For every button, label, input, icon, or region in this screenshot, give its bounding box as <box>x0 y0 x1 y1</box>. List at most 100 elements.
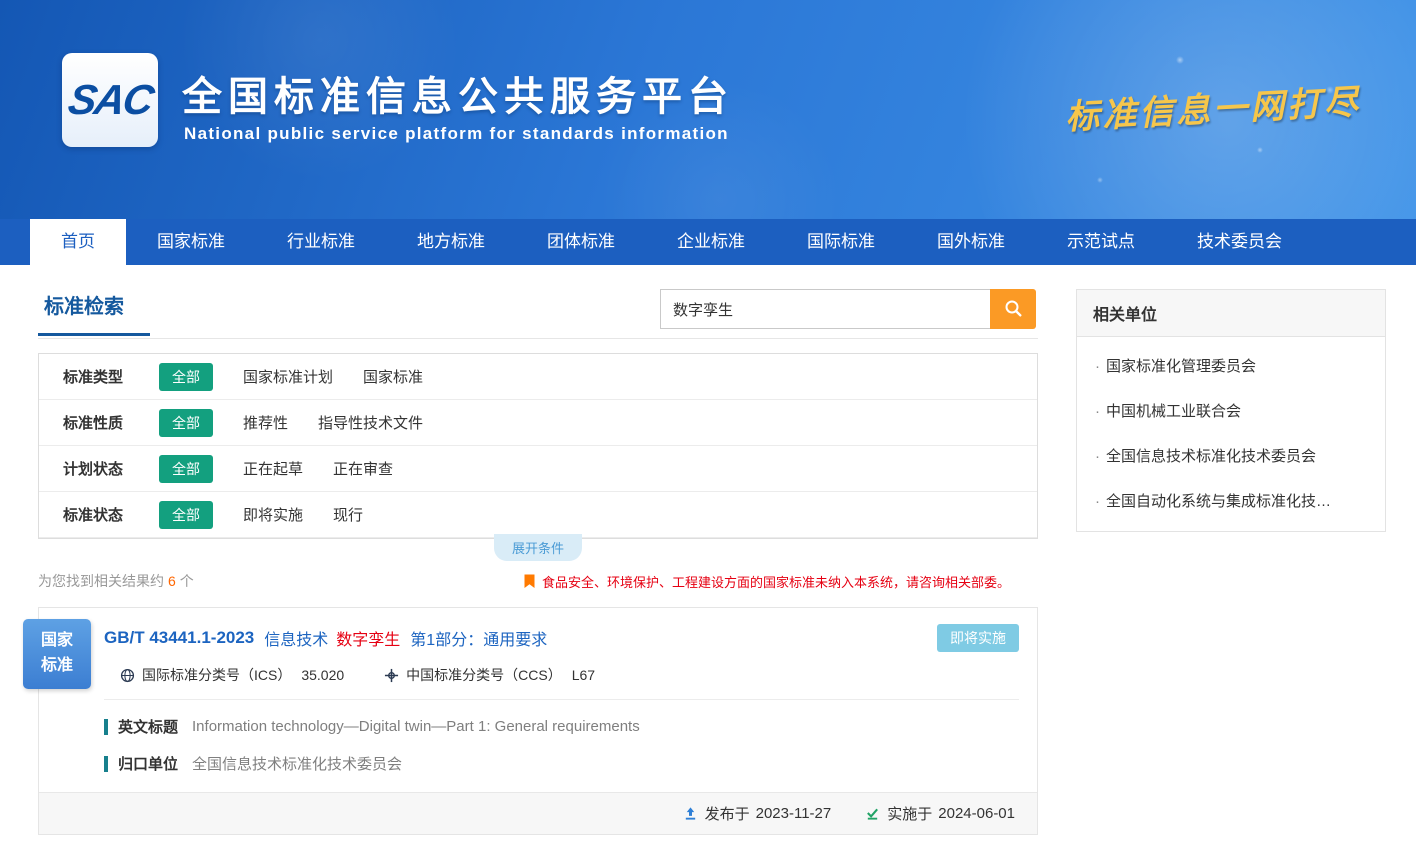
filter-all-button[interactable]: 全部 <box>159 409 213 437</box>
compass-icon <box>384 668 399 683</box>
status-badge: 即将实施 <box>937 624 1019 652</box>
field-english-title: 英文标题 Information technology—Digital twin… <box>104 716 1019 737</box>
expand-conditions-button[interactable]: 展开条件 <box>494 534 582 561</box>
flag-icon <box>523 574 536 589</box>
card-footer: 发布于 2023-11-27 实施于 2024-06-01 <box>39 792 1037 834</box>
page-content: 标准检索 标准类型 全部 国家标准计划 国家标准 标准性质 全部 <box>0 265 1416 835</box>
sac-logo: SAC <box>62 53 158 147</box>
published-date-item: 发布于 2023-11-27 <box>683 803 832 824</box>
published-label: 发布于 <box>705 803 750 824</box>
filter-row-standard-type: 标准类型 全部 国家标准计划 国家标准 <box>39 354 1037 400</box>
nav-item-local-standards[interactable]: 地方标准 <box>386 219 516 265</box>
field-label: 归口单位 <box>118 753 178 774</box>
implemented-date: 2024-06-01 <box>938 805 1015 822</box>
filter-option[interactable]: 正在起草 <box>243 458 303 479</box>
notice-text: 食品安全、环境保护、工程建设方面的国家标准未纳入本系统，请咨询相关部委。 <box>542 572 1010 591</box>
main-column: 标准检索 标准类型 全部 国家标准计划 国家标准 标准性质 全部 <box>38 289 1038 835</box>
field-accent-bar <box>104 719 108 735</box>
field-value: 全国信息技术标准化技术委员会 <box>192 753 402 774</box>
result-count-number: 6 <box>168 573 176 589</box>
nav-item-international-standards[interactable]: 国际标准 <box>776 219 906 265</box>
related-units-panel: 相关单位 国家标准化管理委员会 中国机械工业联合会 全国信息技术标准化技术委员会… <box>1076 289 1386 532</box>
implemented-date-item: 实施于 2024-06-01 <box>865 803 1015 824</box>
publish-upload-icon <box>683 806 698 821</box>
nav-item-group-standards[interactable]: 团体标准 <box>516 219 646 265</box>
standard-title-row: GB/T 43441.1-2023 信息技术 数字孪生 第1部分：通用要求 即将… <box>104 624 1019 652</box>
result-card: 国家 标准 GB/T 43441.1-2023 信息技术 数字孪生 第1部分：通… <box>38 607 1038 835</box>
field-committee: 归口单位 全国信息技术标准化技术委员会 <box>104 753 1019 774</box>
published-date: 2023-11-27 <box>756 805 832 822</box>
filter-option[interactable]: 现行 <box>333 504 363 525</box>
card-divider <box>104 699 1019 700</box>
nav-item-home[interactable]: 首页 <box>30 219 126 265</box>
field-value: Information technology—Digital twin—Part… <box>192 718 640 735</box>
search-icon <box>1003 298 1023 321</box>
filter-option[interactable]: 指导性技术文件 <box>318 412 423 433</box>
related-unit-link[interactable]: 中国机械工业联合会 <box>1077 388 1385 433</box>
filter-row-plan-status: 计划状态 全部 正在起草 正在审查 <box>39 446 1037 492</box>
nav-item-pilot[interactable]: 示范试点 <box>1036 219 1166 265</box>
implement-check-icon <box>865 806 880 821</box>
filter-option[interactable]: 推荐性 <box>243 412 288 433</box>
card-head: GB/T 43441.1-2023 信息技术 数字孪生 第1部分：通用要求 即将… <box>39 608 1037 774</box>
card-meta-row: 国际标准分类号（ICS） 35.020 中国标准分类号（CCS） L67 <box>104 665 1019 685</box>
related-unit-link[interactable]: 全国信息技术标准化技术委员会 <box>1077 433 1385 478</box>
filter-label: 标准性质 <box>63 412 159 433</box>
nav-item-foreign-standards[interactable]: 国外标准 <box>906 219 1036 265</box>
nav-item-technical-committee[interactable]: 技术委员会 <box>1166 219 1313 265</box>
related-unit-link[interactable]: 国家标准化管理委员会 <box>1077 343 1385 388</box>
ics-value: 35.020 <box>301 667 344 683</box>
badge-line2: 标准 <box>41 654 73 679</box>
ccs-meta: 中国标准分类号（CCS） L67 <box>384 665 595 685</box>
site-subtitle: National public service platform for sta… <box>184 124 729 144</box>
result-count-prefix: 为您找到相关结果约 <box>38 573 164 589</box>
standard-title-part1[interactable]: 信息技术 <box>264 626 328 650</box>
globe-icon <box>120 668 135 683</box>
filter-panel: 标准类型 全部 国家标准计划 国家标准 标准性质 全部 推荐性 指导性技术文件 … <box>38 353 1038 539</box>
search-group <box>660 289 1036 329</box>
filter-option[interactable]: 国家标准计划 <box>243 366 333 387</box>
filter-all-button[interactable]: 全部 <box>159 363 213 391</box>
badge-line1: 国家 <box>41 629 73 654</box>
field-accent-bar <box>104 756 108 772</box>
nav-item-national-standards[interactable]: 国家标准 <box>126 219 256 265</box>
standard-title-part2[interactable]: 第1部分：通用要求 <box>410 626 547 650</box>
nav-item-industry-standards[interactable]: 行业标准 <box>256 219 386 265</box>
search-section: 标准检索 <box>38 289 1038 339</box>
related-unit-link[interactable]: 全国自动化系统与集成标准化技… <box>1077 478 1385 523</box>
related-units-title: 相关单位 <box>1077 290 1385 337</box>
filter-option[interactable]: 国家标准 <box>363 366 423 387</box>
ics-label: 国际标准分类号（ICS） <box>142 665 291 685</box>
ccs-value: L67 <box>572 667 595 683</box>
filter-label: 标准类型 <box>63 366 159 387</box>
result-info-row: 为您找到相关结果约6个 食品安全、环境保护、工程建设方面的国家标准未纳入本系统，… <box>38 571 1038 591</box>
site-slogan: 标准信息一网打尽 <box>1064 74 1362 138</box>
site-header: SAC 全国标准信息公共服务平台 National public service… <box>0 0 1416 219</box>
filter-label: 计划状态 <box>63 458 159 479</box>
sac-logo-text: SAC <box>64 76 155 124</box>
field-label: 英文标题 <box>118 716 178 737</box>
nav-item-enterprise-standards[interactable]: 企业标准 <box>646 219 776 265</box>
standard-code-link[interactable]: GB/T 43441.1-2023 <box>104 628 254 648</box>
related-units-list: 国家标准化管理委员会 中国机械工业联合会 全国信息技术标准化技术委员会 全国自动… <box>1077 337 1385 531</box>
site-title: 全国标准信息公共服务平台 <box>182 64 734 122</box>
search-input[interactable] <box>660 289 990 329</box>
ics-meta: 国际标准分类号（ICS） 35.020 <box>120 665 344 685</box>
filter-all-button[interactable]: 全部 <box>159 455 213 483</box>
filter-label: 标准状态 <box>63 504 159 525</box>
search-button[interactable] <box>990 289 1036 329</box>
filter-row-standard-nature: 标准性质 全部 推荐性 指导性技术文件 <box>39 400 1037 446</box>
implemented-label: 实施于 <box>887 803 932 824</box>
result-count-suffix: 个 <box>180 573 194 589</box>
notice: 食品安全、环境保护、工程建设方面的国家标准未纳入本系统，请咨询相关部委。 <box>523 572 1010 591</box>
standard-title-highlight[interactable]: 数字孪生 <box>336 626 400 650</box>
result-count: 为您找到相关结果约6个 <box>38 571 194 591</box>
tab-standard-search[interactable]: 标准检索 <box>38 289 150 336</box>
ccs-label: 中国标准分类号（CCS） <box>406 665 562 685</box>
filter-all-button[interactable]: 全部 <box>159 501 213 529</box>
filter-option[interactable]: 即将实施 <box>243 504 303 525</box>
standard-type-badge: 国家 标准 <box>23 619 91 689</box>
filter-row-standard-status: 标准状态 全部 即将实施 现行 <box>39 492 1037 538</box>
main-nav: 首页 国家标准 行业标准 地方标准 团体标准 企业标准 国际标准 国外标准 示范… <box>0 219 1416 265</box>
filter-option[interactable]: 正在审查 <box>333 458 393 479</box>
